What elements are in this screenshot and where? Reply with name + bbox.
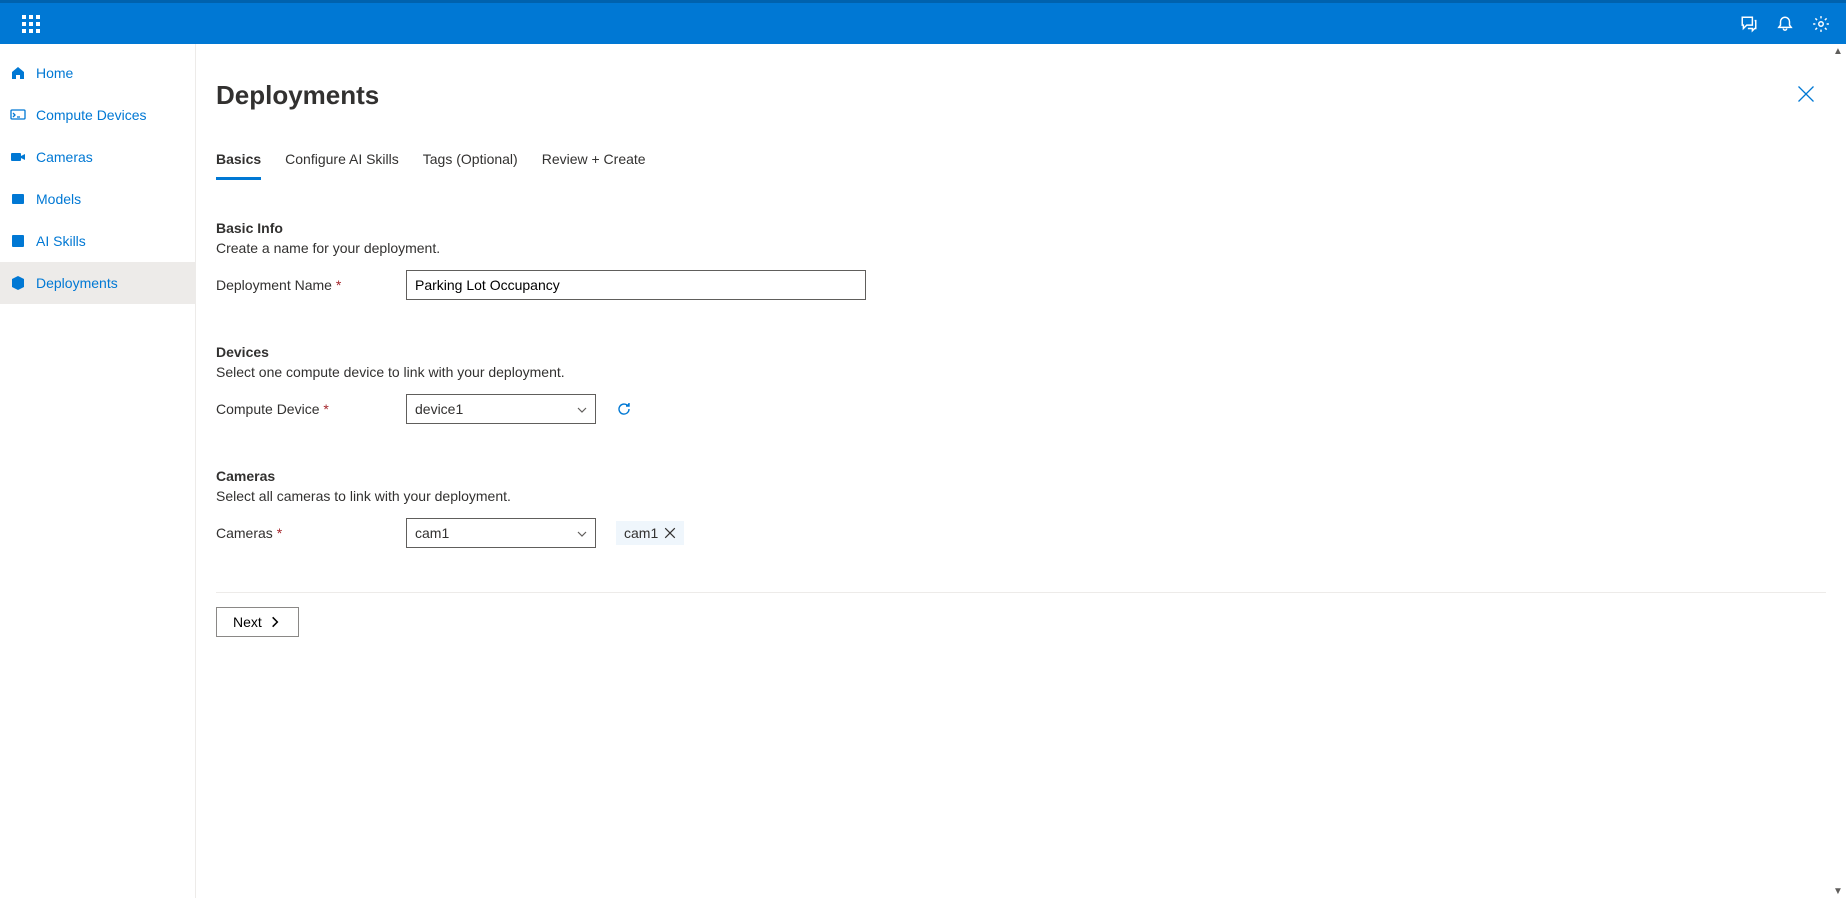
feedback-icon[interactable] <box>1740 15 1758 33</box>
sidebar-item-models[interactable]: Models <box>0 178 195 220</box>
tab-configure-ai-skills[interactable]: Configure AI Skills <box>285 151 399 180</box>
compute-device-select[interactable]: device1 <box>406 394 596 424</box>
models-icon <box>10 191 26 207</box>
sidebar-item-label: Deployments <box>36 275 118 291</box>
tab-review-create[interactable]: Review + Create <box>542 151 646 180</box>
tab-basics[interactable]: Basics <box>216 151 261 180</box>
notifications-icon[interactable] <box>1776 15 1794 33</box>
compute-device-label: Compute Device * <box>216 401 406 417</box>
sidebar-item-label: Compute Devices <box>36 107 147 123</box>
close-button[interactable] <box>1796 84 1816 104</box>
sidebar: Home Compute Devices Cameras Models AI S… <box>0 44 196 898</box>
next-button[interactable]: Next <box>216 607 299 637</box>
settings-icon[interactable] <box>1812 15 1830 33</box>
page-title: Deployments <box>216 80 1846 111</box>
deployment-name-label: Deployment Name * <box>216 277 406 293</box>
chip-remove-icon[interactable] <box>664 527 676 539</box>
cameras-label: Cameras * <box>216 525 406 541</box>
section-cameras: Cameras Select all cameras to link with … <box>216 468 1846 548</box>
section-desc: Select all cameras to link with your dep… <box>216 488 1846 504</box>
sidebar-item-compute-devices[interactable]: Compute Devices <box>0 94 195 136</box>
top-bar <box>0 0 1846 44</box>
sidebar-item-ai-skills[interactable]: AI Skills <box>0 220 195 262</box>
camera-icon <box>10 149 26 165</box>
tab-tags[interactable]: Tags (Optional) <box>423 151 518 180</box>
section-desc: Select one compute device to link with y… <box>216 364 1846 380</box>
chip-label: cam1 <box>624 525 658 541</box>
section-heading: Devices <box>216 344 1846 360</box>
chevron-down-icon <box>576 527 588 539</box>
section-basic-info: Basic Info Create a name for your deploy… <box>216 220 1846 300</box>
device-icon <box>10 107 26 123</box>
sidebar-item-deployments[interactable]: Deployments <box>0 262 195 304</box>
section-devices: Devices Select one compute device to lin… <box>216 344 1846 424</box>
sidebar-item-label: Cameras <box>36 149 93 165</box>
footer: Next <box>216 592 1826 667</box>
cameras-select[interactable]: cam1 <box>406 518 596 548</box>
camera-chip: cam1 <box>616 521 684 545</box>
sidebar-item-label: Models <box>36 191 81 207</box>
sidebar-item-home[interactable]: Home <box>0 52 195 94</box>
deployment-name-input[interactable] <box>406 270 866 300</box>
deployments-icon <box>10 275 26 291</box>
main-panel: ▲ Deployments Basics Configure AI Skills… <box>196 44 1846 898</box>
tabs: Basics Configure AI Skills Tags (Optiona… <box>216 151 1846 180</box>
section-heading: Basic Info <box>216 220 1846 236</box>
app-launcher-icon[interactable] <box>22 15 40 33</box>
section-desc: Create a name for your deployment. <box>216 240 1846 256</box>
sidebar-item-label: Home <box>36 65 73 81</box>
sidebar-item-cameras[interactable]: Cameras <box>0 136 195 178</box>
section-heading: Cameras <box>216 468 1846 484</box>
chevron-down-icon <box>576 403 588 415</box>
skills-icon <box>10 233 26 249</box>
sidebar-item-label: AI Skills <box>36 233 86 249</box>
home-icon <box>10 65 26 81</box>
refresh-icon[interactable] <box>616 401 632 417</box>
scroll-down-arrow[interactable]: ▼ <box>1833 886 1843 896</box>
